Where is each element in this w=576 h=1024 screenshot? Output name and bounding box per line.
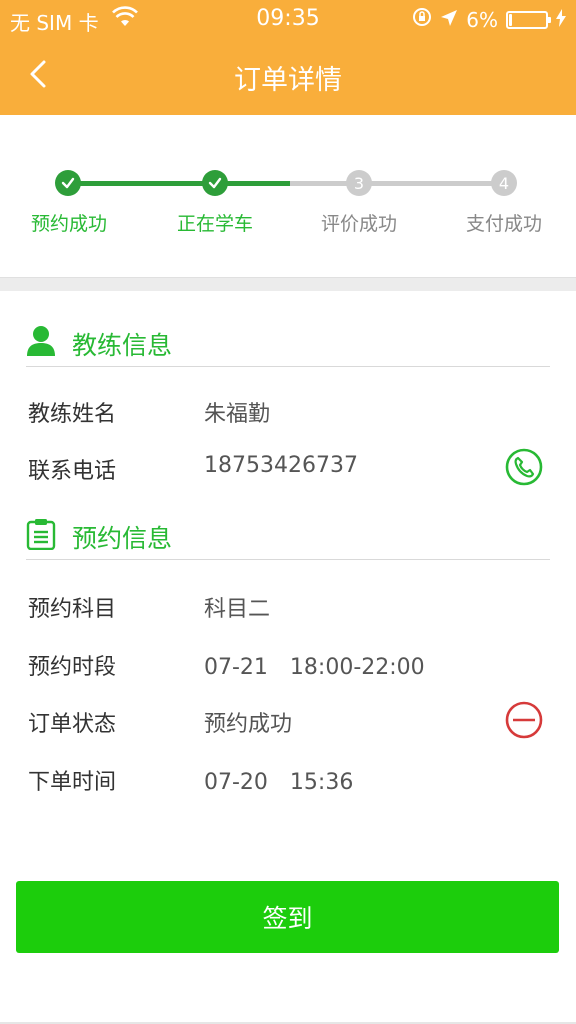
coach-name-label: 教练姓名	[28, 402, 117, 427]
cancel-order-button[interactable]	[504, 700, 544, 740]
coach-phone-row: 联系电话 18753426737	[28, 447, 548, 487]
coach-phone-value: 18753426737	[204, 453, 358, 478]
order-status-label: 订单状态	[28, 712, 117, 737]
step-2-label: 正在学车	[176, 213, 253, 235]
section-divider	[0, 277, 576, 291]
progress-track-pending	[290, 181, 504, 186]
order-progress: 3 4 预约成功 正在学车 评价成功 支付成功	[0, 115, 576, 277]
battery-icon	[506, 10, 551, 29]
order-created-label: 下单时间	[28, 770, 117, 795]
status-right: 6%	[412, 7, 566, 32]
order-created-value: 07-20 15:36	[204, 770, 354, 795]
booking-info-header: 预约信息	[26, 516, 550, 560]
booking-subject-label: 预约科目	[28, 597, 117, 622]
step-4-number: 4	[491, 170, 517, 196]
rotation-lock-icon	[412, 7, 432, 32]
battery-percent: 6%	[466, 7, 498, 32]
step-4-label: 支付成功	[465, 213, 542, 235]
sign-in-button[interactable]: 签到	[16, 881, 559, 953]
status-bar: 无 SIM 卡 09:35 6%	[0, 0, 576, 38]
minus-circle-icon	[505, 701, 543, 739]
step-3-label: 评价成功	[320, 213, 397, 235]
phone-icon	[505, 448, 543, 486]
step-1-check-icon	[55, 170, 81, 196]
progress-track-done	[68, 181, 290, 186]
booking-subject-value: 科目二	[204, 597, 271, 622]
booking-info-title: 预约信息	[72, 524, 173, 553]
coach-name-row: 教练姓名 朱福勤	[28, 390, 548, 430]
step-1-label: 预约成功	[30, 213, 107, 235]
location-arrow-icon	[440, 8, 458, 32]
charging-bolt-icon	[556, 8, 566, 32]
step-2-check-icon	[202, 170, 228, 196]
order-status-value: 预约成功	[204, 712, 293, 737]
booking-time-label: 预约时段	[28, 655, 117, 680]
coach-phone-label: 联系电话	[28, 459, 117, 484]
app-header: 无 SIM 卡 09:35 6% 订单详情	[0, 0, 576, 115]
order-status-row: 订单状态 预约成功	[28, 700, 548, 740]
coach-name-value: 朱福勤	[204, 402, 271, 427]
booking-time-row: 预约时段 07-21 18:00-22:00	[28, 643, 548, 683]
coach-info-title: 教练信息	[72, 331, 173, 360]
booking-subject-row: 预约科目 科目二	[28, 585, 548, 625]
person-icon	[27, 326, 55, 356]
coach-info-header: 教练信息	[26, 323, 550, 367]
clipboard-icon	[26, 519, 56, 550]
call-button[interactable]	[504, 447, 544, 487]
page-title: 订单详情	[234, 65, 342, 96]
order-created-row: 下单时间 07-20 15:36	[28, 758, 548, 798]
step-3-number: 3	[346, 170, 372, 196]
booking-time-value: 07-21 18:00-22:00	[204, 655, 425, 680]
